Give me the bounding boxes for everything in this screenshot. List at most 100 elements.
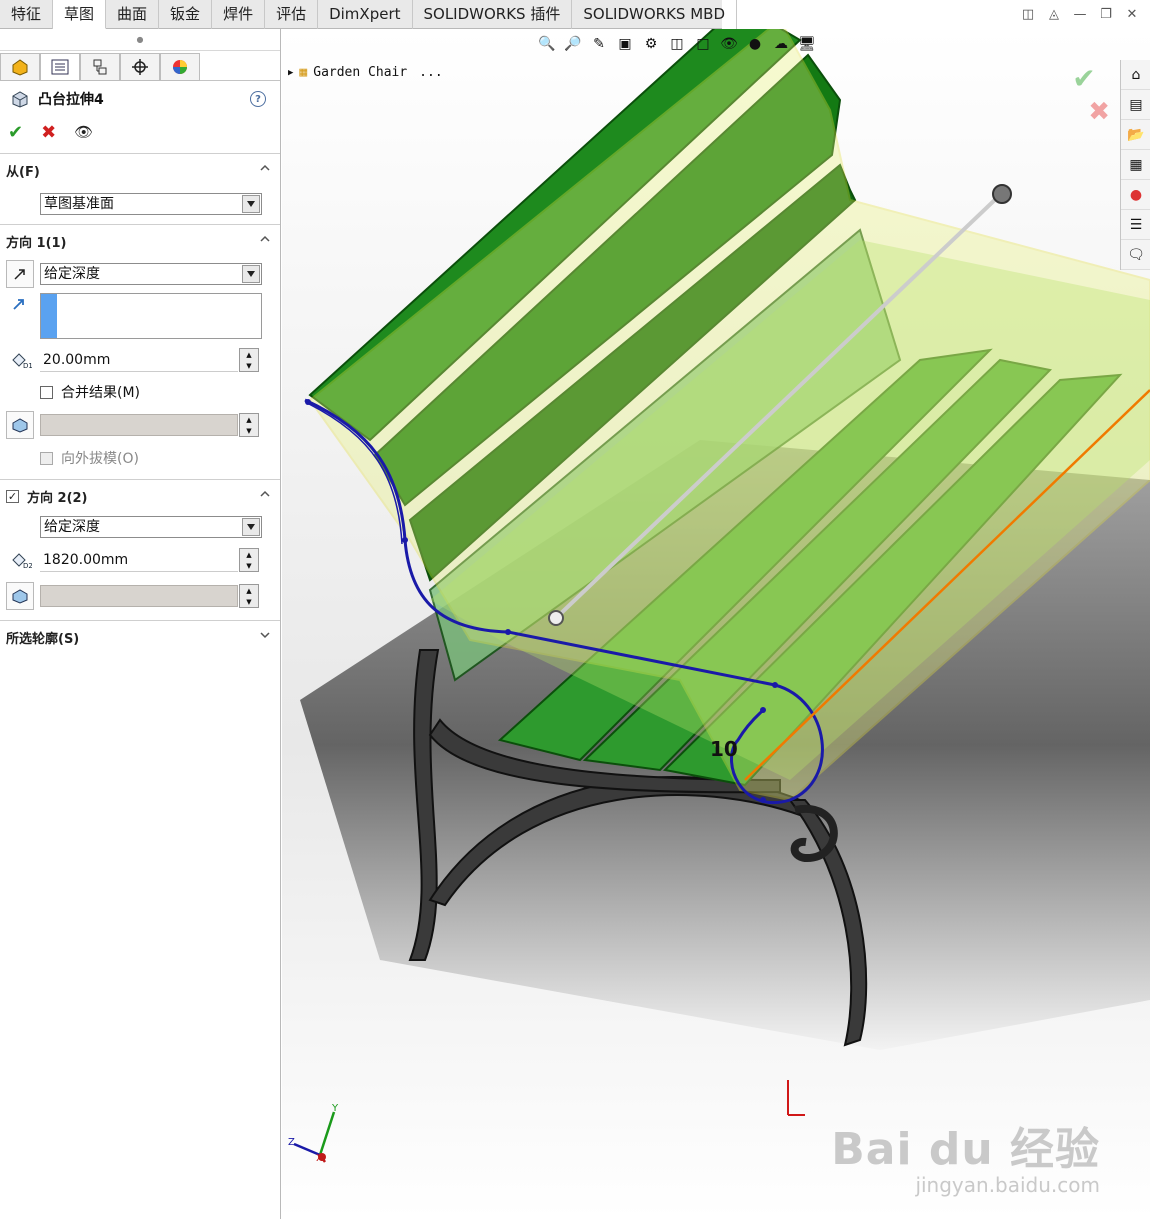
property-manager: ● 凸台拉伸4 ? ✔ ✖ 👁 从(F) 草图基准面 方向 1(1) 给定深度 … — [0, 29, 281, 1219]
tab-dimxpert[interactable]: DimXpert — [318, 0, 413, 29]
tab-surfaces[interactable]: 曲面 — [106, 0, 160, 29]
dimension-label[interactable]: 10 — [710, 737, 738, 761]
tab-weldments[interactable]: 焊件 — [212, 0, 266, 29]
graphics-area[interactable]: 🔍 🔎 ✎ ▣ ⚙ ◫ □ 👁 ● ☁ 🖥 ▶ ▦ Garden Chair .… — [282, 29, 1150, 1219]
assembly-icon: ▦ — [299, 65, 308, 80]
zoom-to-area-icon[interactable]: 🔎 — [563, 34, 583, 54]
zoom-to-fit-icon[interactable]: 🔍 — [537, 34, 557, 54]
cancel-button[interactable]: ✖ — [41, 122, 56, 143]
axis-y-label: Y — [332, 1103, 339, 1114]
end-condition2-value: 给定深度 — [44, 519, 100, 535]
manager-tabs — [0, 51, 280, 81]
ok-button[interactable]: ✔ — [8, 122, 23, 143]
panel-grip[interactable]: ● — [0, 29, 280, 51]
appearances-icon[interactable]: ● — [1121, 180, 1150, 210]
crosshair-icon — [132, 59, 148, 75]
action-row: ✔ ✖ 👁 — [0, 117, 280, 147]
configuration-manager-tab[interactable] — [80, 53, 120, 81]
display-style-icon[interactable]: □ — [693, 34, 713, 54]
merge-result-checkbox[interactable] — [40, 385, 53, 399]
start-condition-select[interactable]: 草图基准面 — [40, 193, 262, 215]
feature-header: 凸台拉伸4 ? — [0, 81, 280, 117]
draft-angle-input[interactable] — [40, 414, 238, 436]
pane-right-icon[interactable]: ◬ — [1044, 5, 1064, 25]
direction1-header[interactable]: 方向 1(1) — [0, 225, 280, 257]
apply-scene-icon[interactable]: ☁ — [771, 34, 791, 54]
close-icon[interactable]: ✕ — [1122, 5, 1142, 25]
end-condition1-select[interactable]: 给定深度 — [40, 263, 262, 285]
selected-contours-header[interactable]: 所选轮廓(S) — [0, 621, 280, 653]
end-condition2-select[interactable]: 给定深度 — [40, 516, 262, 538]
watermark-main: Bai du 经验 — [831, 1124, 1100, 1175]
confirm-cancel-icon[interactable]: ✖ — [1088, 97, 1110, 127]
depth2-input[interactable]: 1820.00mm — [40, 548, 238, 572]
from-section-header[interactable]: 从(F) — [0, 154, 280, 186]
hide-show-items-icon[interactable]: 👁 — [719, 34, 739, 54]
chevron-down-icon[interactable] — [260, 630, 270, 640]
draft-angle-spinner[interactable]: ▲ ▼ — [239, 413, 259, 437]
help-icon[interactable]: ? — [250, 91, 266, 107]
restore-icon[interactable]: ❐ — [1096, 5, 1116, 25]
preview-eye-icon[interactable]: 👁 — [74, 123, 93, 141]
confirm-ok-icon[interactable]: ✔ — [1072, 62, 1110, 95]
direction2-checkbox[interactable]: ✓ — [6, 489, 19, 503]
depth2-row: D2 1820.00mm ▲ ▼ — [0, 542, 280, 578]
design-library-icon[interactable]: ▤ — [1121, 90, 1150, 120]
tab-sketch[interactable]: 草图 — [53, 0, 107, 29]
view-settings-icon[interactable]: 🖥 — [797, 34, 817, 54]
axis-x-label: X — [316, 1153, 323, 1164]
previous-view-icon[interactable]: ✎ — [589, 34, 609, 54]
draft2-angle-spinner[interactable]: ▲ ▼ — [239, 584, 259, 608]
view-palette-icon[interactable]: ▦ — [1121, 150, 1150, 180]
draft2-toggle-button[interactable] — [6, 582, 34, 610]
home-icon[interactable]: ⌂ — [1121, 60, 1150, 90]
depth1-spinner[interactable]: ▲ ▼ — [239, 348, 259, 372]
chevron-up-icon[interactable] — [260, 163, 270, 173]
end-condition1-value: 给定深度 — [44, 266, 100, 282]
file-explorer-icon[interactable]: 📂 — [1121, 120, 1150, 150]
tab-evaluate[interactable]: 评估 — [265, 0, 319, 29]
section-view-icon[interactable]: ▣ — [615, 34, 635, 54]
chevron-up-icon[interactable] — [260, 234, 270, 244]
edit-appearance-icon[interactable]: ● — [745, 34, 765, 54]
forum-icon[interactable]: 🗨 — [1121, 240, 1150, 270]
custom-properties-icon[interactable]: ☰ — [1121, 210, 1150, 240]
reverse-direction-button[interactable] — [6, 260, 34, 288]
dropdown-arrow-icon[interactable] — [242, 518, 260, 536]
direction-vector-row — [0, 291, 280, 343]
pane-left-icon[interactable]: ◫ — [1018, 5, 1038, 25]
draft-outward-checkbox[interactable] — [40, 451, 53, 465]
tab-solidworks-addins[interactable]: SOLIDWORKS 插件 — [413, 0, 573, 29]
reverse-direction-icon — [14, 269, 25, 280]
dimxpert-manager-tab[interactable] — [120, 53, 160, 81]
direction2-header[interactable]: ✓ 方向 2(2) — [0, 480, 280, 512]
feature-manager-icon — [12, 59, 28, 76]
end-condition2-row: 给定深度 — [0, 512, 280, 542]
property-list-icon — [51, 59, 69, 75]
draft-toggle-button[interactable] — [6, 411, 34, 439]
boss-extrude-icon — [12, 91, 28, 108]
tab-sheet-metal[interactable]: 钣金 — [159, 0, 213, 29]
direction-selection-box[interactable] — [40, 293, 262, 339]
feature-manager-tab[interactable] — [0, 53, 40, 81]
property-manager-tab[interactable] — [40, 53, 80, 81]
draft2-angle-input[interactable] — [40, 585, 238, 607]
view-orientation-icon[interactable]: ◫ — [667, 34, 687, 54]
dynamic-annotation-icon[interactable]: ⚙ — [641, 34, 661, 54]
dropdown-arrow-icon[interactable] — [242, 265, 260, 283]
merge-result-label: 合并结果(M) — [61, 385, 141, 401]
display-manager-tab[interactable] — [160, 53, 200, 81]
tab-solidworks-mbd[interactable]: SOLIDWORKS MBD — [572, 0, 737, 29]
dropdown-arrow-icon[interactable] — [242, 195, 260, 213]
depth1-input[interactable]: 20.00mm — [40, 348, 238, 372]
chevron-up-icon[interactable] — [260, 489, 270, 499]
from-section: 从(F) 草图基准面 — [0, 153, 280, 222]
draft-outward-label: 向外拔模(O) — [61, 451, 139, 467]
expand-arrow-icon[interactable]: ▶ — [288, 68, 293, 78]
draft-icon — [12, 589, 28, 604]
selected-contours-title: 所选轮廓(S) — [6, 631, 80, 647]
tab-features[interactable]: 特征 — [0, 0, 54, 29]
depth2-spinner[interactable]: ▲ ▼ — [239, 548, 259, 572]
minimize-icon[interactable]: — — [1070, 5, 1090, 25]
flyout-feature-tree[interactable]: ▶ ▦ Garden Chair ... — [288, 65, 443, 80]
